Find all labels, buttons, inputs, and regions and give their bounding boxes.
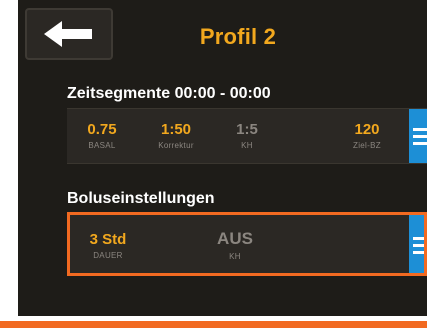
carb-bolus-value: AUS xyxy=(217,229,253,248)
bolus-menu-button[interactable] xyxy=(409,215,427,275)
bottom-accent-bar xyxy=(0,321,427,328)
correction-cell: 1:50 Korrektur xyxy=(143,121,209,150)
menu-icon-bar xyxy=(413,250,427,254)
arrow-left-icon xyxy=(44,21,92,47)
target-bg-label: Ziel-BZ xyxy=(353,141,381,150)
duration-value: 3 Std xyxy=(89,231,127,248)
duration-label: DAUER xyxy=(93,251,123,260)
back-button[interactable] xyxy=(25,8,113,60)
basal-value: 0.75 xyxy=(87,121,117,138)
segment-menu-button[interactable] xyxy=(409,109,427,163)
carb-bolus-cell: AUS KH xyxy=(195,229,275,261)
bolus-settings-row[interactable]: 3 Std DAUER AUS KH xyxy=(67,214,427,276)
correction-label: Korrektur xyxy=(158,141,194,150)
segments-section-title: Zeitsegmente 00:00 - 00:00 xyxy=(67,85,271,102)
menu-icon-bar xyxy=(413,236,427,240)
target-bg-value: 120 xyxy=(354,121,380,138)
carb-bolus-label: KH xyxy=(229,252,241,261)
carb-ratio-value: 1:5 xyxy=(236,121,258,138)
carb-ratio-cell: 1:5 KH xyxy=(219,121,275,150)
basal-cell: 0.75 BASAL xyxy=(73,121,131,150)
menu-icon-bar xyxy=(413,243,427,247)
header: Profil 2 xyxy=(18,0,427,64)
bolus-section-title: Boluseinstellungen xyxy=(67,190,215,207)
basal-label: BASAL xyxy=(88,141,116,150)
menu-icon-bar xyxy=(413,134,427,138)
pump-screen: Profil 2 Zeitsegmente 00:00 - 00:00 0.75… xyxy=(18,0,427,316)
page-title: Profil 2 xyxy=(199,24,277,49)
duration-cell: 3 Std DAUER xyxy=(73,231,143,260)
target-bg-cell: 120 Ziel-BZ xyxy=(337,121,397,150)
menu-icon-bar xyxy=(413,141,427,145)
carb-ratio-label: KH xyxy=(241,141,253,150)
menu-icon-bar xyxy=(413,127,427,131)
correction-value: 1:50 xyxy=(160,121,192,138)
time-segment-row[interactable]: 0.75 BASAL 1:50 Korrektur 1:5 KH 120 Zie… xyxy=(67,108,427,164)
